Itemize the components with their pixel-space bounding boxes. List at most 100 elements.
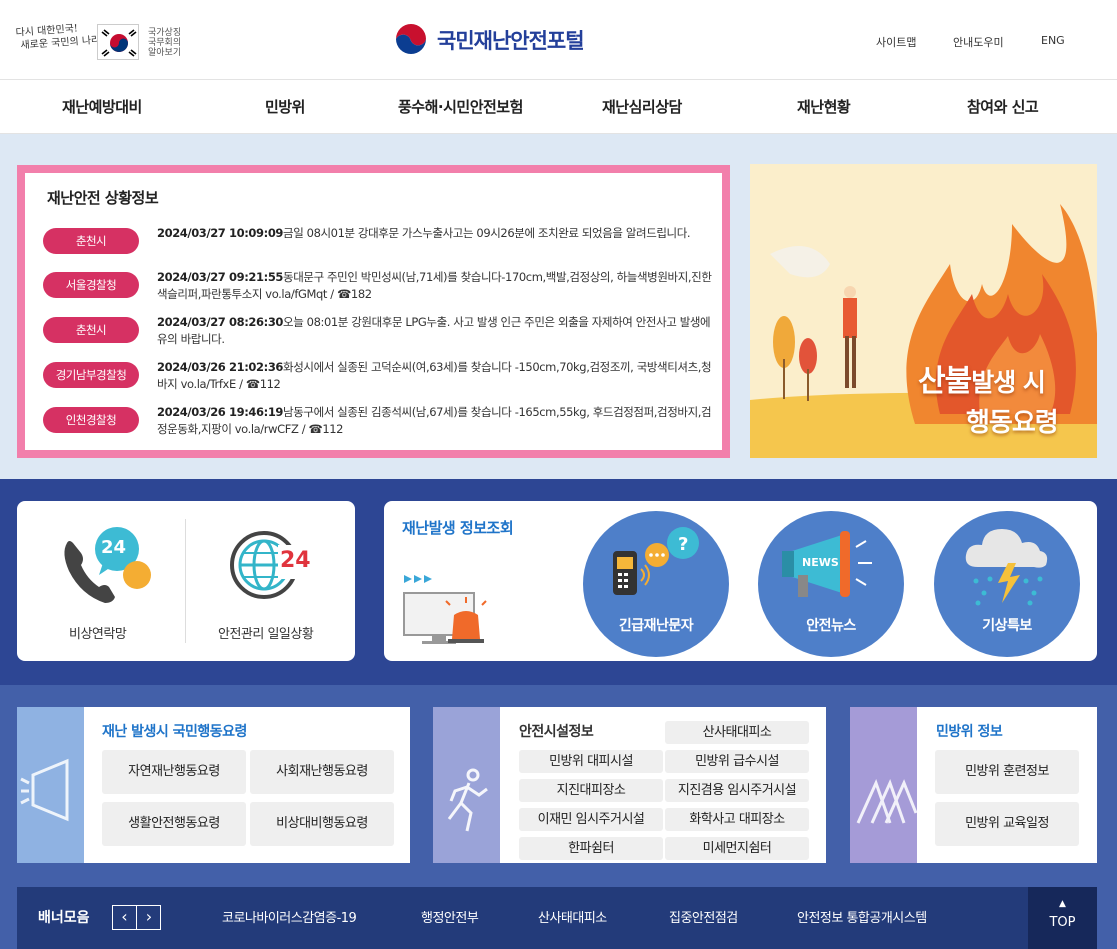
chemical-shelter-button[interactable]: 화학사고 대피장소 [665, 808, 809, 831]
emergency-contact-link[interactable]: 24 비상연락망 [17, 501, 185, 661]
phone-chat-icon: ? [613, 527, 699, 595]
landslide-shelter-button[interactable]: 산사태대피소 [665, 721, 809, 744]
arrow-up-icon: ▲ [1059, 899, 1066, 909]
banner-link-covid[interactable]: 코로나바이러스감염증-19 [222, 907, 357, 926]
facility-title: 안전시설정보 [519, 724, 594, 740]
weather-warning-label: 기상특보 [982, 618, 1032, 634]
phone-24-text: 24 [101, 537, 127, 558]
running-person-icon [447, 768, 488, 832]
situation-title: 재난안전 상황정보 [47, 189, 159, 207]
situation-time: 2024/03/27 09:21:55 [157, 270, 284, 284]
situation-time: 2024/03/26 21:02:36 [157, 360, 284, 374]
banner-link-inspection[interactable]: 집중안전점검 [669, 907, 738, 926]
sitemap-link[interactable]: 사이트맵 [876, 34, 916, 50]
svg-text:?: ? [678, 534, 688, 555]
national-flag-icon[interactable] [97, 24, 139, 60]
banner-prev-button[interactable]: ‹ [113, 906, 137, 929]
wildfire-headline: 산불발생 시 [918, 356, 1046, 400]
situation-message: 2024/03/26 21:02:36화성시에서 실종된 고덕순씨(여,63세)… [157, 359, 713, 393]
earthquake-shelter-button[interactable]: 지진대피장소 [519, 779, 663, 802]
social-disaster-guide-button[interactable]: 사회재난행동요령 [250, 750, 394, 794]
nav-disaster-prevention[interactable]: 재난예방대비 [62, 96, 142, 117]
region-badge: 인천경찰청 [43, 407, 139, 433]
situation-time: 2024/03/26 19:46:19 [157, 405, 284, 419]
info-lookup-title: 재난발생 정보조회 [402, 519, 514, 537]
wildfire-headline-main: 산불 [918, 364, 972, 399]
national-symbol-link[interactable]: 국가상징 국무회의 알아보기 [148, 28, 198, 58]
situation-message: 2024/03/27 10:09:09금일 08시01분 강대후문 가스누출사고… [157, 225, 713, 242]
scroll-top-button[interactable]: ▲ TOP [1028, 887, 1097, 949]
scroll-top-label: TOP [1049, 915, 1076, 930]
weather-warning-button[interactable]: 기상특보 [934, 511, 1080, 657]
alert-monitor-icon [403, 575, 487, 644]
nav-civil-defense[interactable]: 민방위 [265, 96, 305, 117]
education-schedule-button[interactable]: 민방위 교육일정 [935, 802, 1079, 846]
region-badge: 춘천시 [43, 228, 139, 254]
emergency-prep-guide-button[interactable]: 비상대비행동요령 [250, 802, 394, 846]
info-lookup-card: 재난발생 정보조회 ? 긴급재난문자 NEWS 안전뉴스 기상특보 [384, 501, 1097, 661]
daily-status-label: 안전관리 일일상황 [218, 627, 314, 642]
situation-text: 금일 08시01분 강대후문 가스누출사고는 09시26분에 조치완료 되었음을… [283, 226, 691, 240]
safety-news-button[interactable]: NEWS 안전뉴스 [758, 511, 904, 657]
region-badge: 춘천시 [43, 317, 139, 343]
situation-message: 2024/03/27 09:21:55동대문구 주민인 박민성씨(남,71세)를… [157, 269, 713, 303]
daily-status-link[interactable]: 24 안전관리 일일상황 [186, 501, 355, 661]
wildfire-banner[interactable]: 산불발생 시 행동요령 [750, 164, 1097, 458]
phone-24-icon [64, 527, 151, 603]
nav-counseling[interactable]: 재난심리상담 [602, 96, 682, 117]
facility-side [433, 707, 500, 863]
life-safety-guide-button[interactable]: 생활안전행동요령 [102, 802, 246, 846]
logo-text: 국민재난안전포털 [437, 29, 585, 53]
water-supply-button[interactable]: 민방위 급수시설 [665, 750, 809, 773]
civil-defense-side [850, 707, 918, 863]
symbol-text-3: 알아보기 [148, 48, 182, 58]
site-header: 다시 대한민국! 새로운 국민의 나라 국가상징 국무회의 알아보기 국민재난안… [0, 0, 1117, 80]
action-guide-title: 재난 발생시 국민행동요령 [102, 724, 247, 740]
earthquake-housing-button[interactable]: 지진겸용 임시주거시설 [665, 779, 809, 802]
quick-links-card: 24 비상연락망 24 안전관리 일일상황 [17, 501, 355, 661]
situation-panel: 재난안전 상황정보 춘천시 2024/03/27 10:09:09금일 08시0… [17, 165, 730, 458]
banner-bar: 배너모음 ‹ › 코로나바이러스감염증-19 행정안전부 산사태대피소 집중안전… [17, 887, 1097, 949]
region-badge: 서울경찰청 [43, 272, 139, 298]
site-logo[interactable]: 국민재난안전포털 [393, 22, 585, 58]
nav-insurance[interactable]: 풍수해·시민안전보험 [398, 96, 523, 117]
news-icon-text: NEWS [802, 556, 839, 569]
emergency-sms-button[interactable]: ? 긴급재난문자 [583, 511, 729, 657]
fine-dust-shelter-button[interactable]: 미세먼지쉼터 [665, 837, 809, 860]
cold-shelter-button[interactable]: 한파쉼터 [519, 837, 663, 860]
slogan[interactable]: 다시 대한민국! 새로운 국민의 나라 [15, 21, 100, 52]
victim-housing-button[interactable]: 이재민 임시주거시설 [519, 808, 663, 831]
situation-time: 2024/03/27 10:09:09 [157, 226, 284, 240]
megaphone-outline-icon [20, 758, 69, 822]
banner-link-safety-info[interactable]: 안전정보 통합공개시스템 [797, 907, 927, 926]
globe-24-text: 24 [280, 548, 311, 573]
wildfire-subline: 행동요령 [966, 408, 1059, 438]
banner-link-mois[interactable]: 행정안전부 [421, 907, 479, 926]
wildfire-headline-sub: 발생 시 [971, 368, 1046, 397]
banner-link-landslide[interactable]: 산사태대피소 [538, 907, 607, 926]
symbol-text-2: 국무회의 [148, 38, 182, 48]
nav-disaster-status[interactable]: 재난현황 [797, 96, 851, 117]
banner-controls: ‹ › [112, 905, 161, 930]
action-guide-side [17, 707, 84, 863]
training-info-button[interactable]: 민방위 훈련정보 [935, 750, 1079, 794]
banner-title: 배너모음 [38, 910, 90, 926]
action-guide-box: 재난 발생시 국민행동요령 자연재난행동요령 사회재난행동요령 생활안전행동요령… [17, 707, 410, 863]
symbol-text-1: 국가상징 [148, 28, 182, 38]
guide-link[interactable]: 안내도우미 [953, 34, 1004, 50]
emergency-contact-label: 비상연락망 [69, 627, 127, 642]
civil-defense-title: 민방위 정보 [936, 724, 1003, 740]
facility-box: 안전시설정보 산사태대피소 민방위 대피시설 민방위 급수시설 지진대피장소 지… [433, 707, 826, 863]
safety-news-label: 안전뉴스 [806, 618, 856, 634]
situation-message: 2024/03/27 08:26:30오늘 08:01분 강원대후문 LPG누출… [157, 314, 713, 348]
storm-cloud-icon [965, 529, 1048, 606]
english-link[interactable]: ENG [1041, 34, 1065, 47]
civil-defense-box: 민방위 정보 민방위 훈련정보 민방위 교육일정 [850, 707, 1097, 863]
nav-participation[interactable]: 참여와 신고 [967, 96, 1039, 117]
natural-disaster-guide-button[interactable]: 자연재난행동요령 [102, 750, 246, 794]
main-navigation: 재난예방대비 민방위 풍수해·시민안전보험 재난심리상담 재난현황 참여와 신고 [0, 80, 1117, 134]
civil-defense-shelter-button[interactable]: 민방위 대피시설 [519, 750, 663, 773]
region-badge: 경기남부경찰청 [43, 362, 139, 388]
situation-message: 2024/03/26 19:46:19남동구에서 실종된 김종석씨(남,67세)… [157, 404, 713, 438]
banner-next-button[interactable]: › [137, 906, 161, 929]
